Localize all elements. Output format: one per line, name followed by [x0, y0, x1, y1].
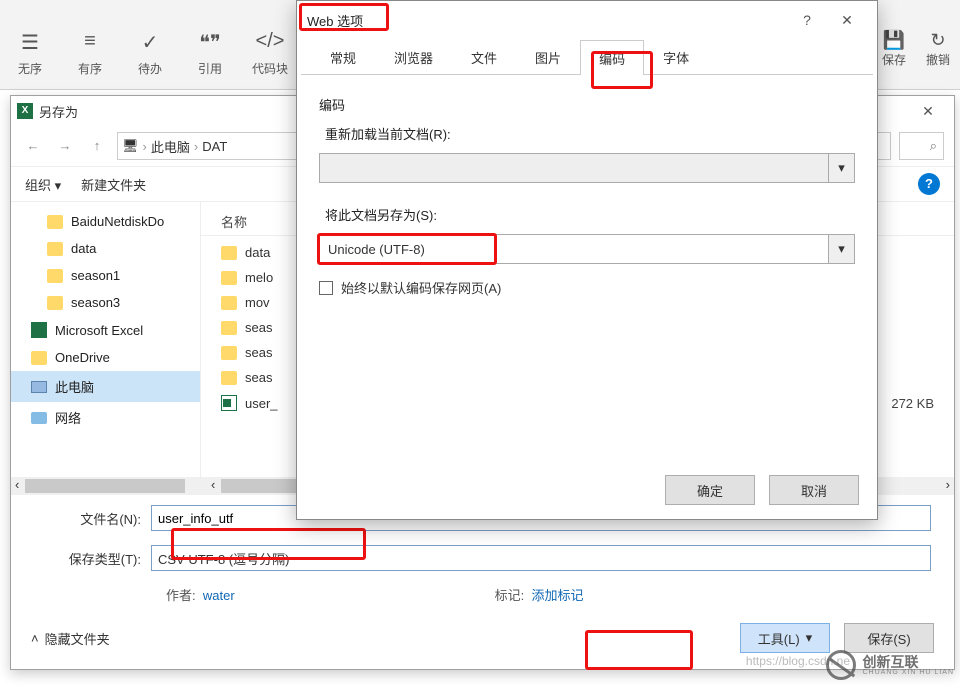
code-icon: </>: [240, 30, 300, 60]
filename-label: 文件名(N):: [31, 509, 141, 528]
folder-icon: [221, 321, 237, 335]
ribbon-save[interactable]: 💾保存: [882, 30, 906, 68]
excel-icon: X: [17, 103, 33, 119]
quote-icon: ❝❞: [180, 30, 240, 60]
web-options-dialog: Web 选项 ? ✕ 常规 浏览器 文件 图片 编码 字体 编码 重新加载当前文…: [296, 0, 878, 520]
close-button[interactable]: ✕: [908, 103, 948, 120]
caret-down-icon: ▾: [806, 630, 813, 646]
reload-label: 重新加载当前文档(R):: [325, 124, 855, 143]
ribbon-item-todo[interactable]: ✓待办: [120, 30, 180, 77]
ribbon-item-quote[interactable]: ❝❞引用: [180, 30, 240, 77]
meta-row: 作者: water 标记: 添加标记: [31, 585, 934, 604]
back-button[interactable]: ←: [21, 134, 45, 158]
folder-icon: [47, 296, 63, 310]
folder-icon: [47, 269, 63, 283]
saveas-footer: ˄隐藏文件夹 工具(L)▾ 保存(S): [11, 623, 954, 653]
help-button[interactable]: ?: [787, 12, 827, 28]
pc-icon: [31, 381, 47, 393]
webopt-tabs: 常规 浏览器 文件 图片 编码 字体: [301, 39, 873, 75]
tab-fonts[interactable]: 字体: [644, 39, 708, 74]
csv-icon: [221, 395, 237, 411]
ribbon-item-code[interactable]: </>代码块: [240, 30, 300, 77]
always-default-checkbox[interactable]: 始终以默认编码保存网页(A): [319, 278, 855, 297]
nav-pane: BaiduNetdiskDo data season1 season3 Micr…: [11, 202, 201, 477]
nav-item-excel[interactable]: Microsoft Excel: [11, 316, 200, 344]
ok-button[interactable]: 确定: [665, 475, 755, 505]
tools-button[interactable]: 工具(L)▾: [740, 623, 830, 653]
brand-watermark: 创新互联 CHUANG XIN HU LIAN: [826, 650, 954, 680]
nav-item[interactable]: season3: [11, 289, 200, 316]
folder-icon: [221, 346, 237, 360]
caret-down-icon: ▾: [828, 154, 854, 182]
nav-item[interactable]: season1: [11, 262, 200, 289]
cancel-button[interactable]: 取消: [769, 475, 859, 505]
hide-folders-toggle[interactable]: ˄隐藏文件夹: [31, 629, 110, 648]
chevron-up-icon: ˄: [31, 631, 39, 646]
reload-select[interactable]: ▾: [319, 153, 855, 183]
save-icon: 💾: [882, 30, 906, 51]
check-icon: ✓: [120, 30, 180, 60]
ribbon-undo[interactable]: ↻撤销: [926, 30, 950, 68]
search-box[interactable]: ⌕: [899, 132, 944, 160]
folder-icon: [221, 296, 237, 310]
search-icon: ⌕: [930, 138, 937, 154]
tags-value[interactable]: 添加标记: [532, 588, 584, 603]
filetype-label: 保存类型(T):: [31, 549, 141, 568]
webopt-footer: 确定 取消: [665, 475, 859, 505]
save-button[interactable]: 保存(S): [844, 623, 934, 653]
nav-item-thispc[interactable]: 此电脑: [11, 371, 200, 402]
tab-files[interactable]: 文件: [452, 39, 516, 74]
folder-icon: [221, 271, 237, 285]
checkbox-icon: [319, 281, 333, 295]
tab-encoding[interactable]: 编码: [580, 40, 644, 75]
saveas-encoding-label: 将此文档另存为(S):: [325, 205, 855, 224]
folder-icon: [47, 242, 63, 256]
webopt-titlebar: Web 选项 ? ✕: [297, 1, 877, 39]
undo-icon: ↻: [926, 30, 950, 51]
saveas-encoding-select[interactable]: Unicode (UTF-8) ▾: [319, 234, 855, 264]
network-icon: [31, 412, 47, 424]
organize-button[interactable]: 组织 ▾: [25, 175, 61, 194]
ribbon-items: ☰无序 ≡有序 ✓待办 ❝❞引用 </>代码块: [0, 30, 300, 77]
webopt-title-text: Web 选项: [307, 11, 363, 30]
nav-item-onedrive[interactable]: OneDrive: [11, 344, 200, 371]
ribbon-item-unordered[interactable]: ☰无序: [0, 30, 60, 77]
ordered-icon: ≡: [60, 30, 120, 60]
close-button[interactable]: ✕: [827, 12, 867, 29]
tab-general[interactable]: 常规: [311, 39, 375, 74]
ribbon-item-ordered[interactable]: ≡有序: [60, 30, 120, 77]
folder-icon: [47, 215, 63, 229]
nav-item-network[interactable]: 网络: [11, 402, 200, 433]
encoding-section-label: 编码: [319, 95, 855, 114]
logo-icon: [826, 650, 856, 680]
up-button[interactable]: ↑: [85, 134, 109, 158]
tab-pictures[interactable]: 图片: [516, 39, 580, 74]
pc-icon: 🖥: [122, 138, 139, 154]
folder-icon: [31, 351, 47, 365]
ribbon-right: 💾保存 ↻撤销: [882, 30, 950, 68]
folder-icon: [221, 246, 237, 260]
list-icon: ☰: [0, 30, 60, 60]
forward-button[interactable]: →: [53, 134, 77, 158]
webopt-body: 编码 重新加载当前文档(R): ▾ 将此文档另存为(S): Unicode (U…: [297, 75, 877, 311]
nav-item[interactable]: BaiduNetdiskDo: [11, 208, 200, 235]
author-value[interactable]: water: [203, 588, 235, 603]
new-folder-button[interactable]: 新建文件夹: [81, 175, 146, 194]
caret-down-icon: ▾: [828, 235, 854, 263]
nav-item[interactable]: data: [11, 235, 200, 262]
folder-icon: [221, 371, 237, 385]
tab-browsers[interactable]: 浏览器: [375, 39, 452, 74]
help-button[interactable]: ?: [918, 173, 940, 195]
excel-icon: [31, 322, 47, 338]
filetype-combo[interactable]: CSV UTF-8 (逗号分隔): [151, 545, 931, 571]
